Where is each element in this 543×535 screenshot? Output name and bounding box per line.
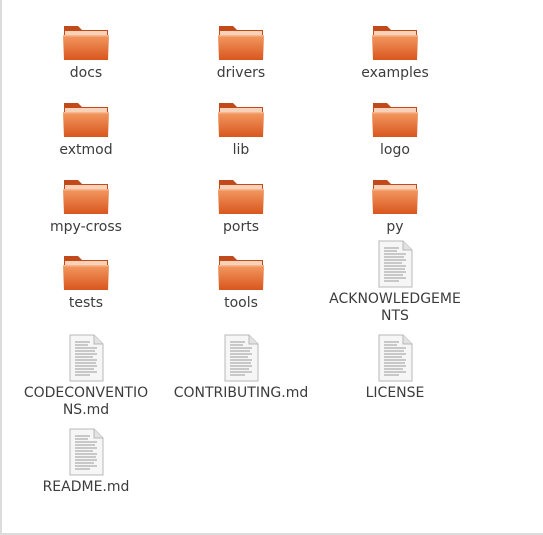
folder-item-lib[interactable]: lib [166,91,316,159]
item-label: ACKNOWLEDGEME NTS [329,291,461,324]
file-icon-view[interactable]: docs drivers examples extmod lib logo mp… [0,0,543,535]
item-label: LICENSE [365,385,425,401]
folder-item-ports[interactable]: ports [166,168,316,236]
folder-icon [369,168,421,216]
item-label: drivers [216,65,266,81]
folder-item-tools[interactable]: tools [166,244,316,312]
item-label: CONTRIBUTING.md [173,385,309,401]
item-label: py [386,219,404,235]
folder-item-tests[interactable]: tests [11,244,161,312]
item-label: tests [68,295,104,311]
item-label: docs [69,65,103,81]
file-item-contributing[interactable]: CONTRIBUTING.md [166,332,316,402]
item-label: ports [223,219,259,235]
folder-item-examples[interactable]: examples [320,14,470,82]
folder-icon [60,168,112,216]
item-label: extmod [59,142,113,158]
file-item-readme[interactable]: README.md [11,426,161,496]
item-label: README.md [42,479,130,495]
item-label: logo [380,142,410,158]
folder-item-extmod[interactable]: extmod [11,91,161,159]
text-file-icon [60,426,112,476]
folder-item-mpy-cross[interactable]: mpy-cross [11,168,161,236]
folder-icon [215,14,267,62]
item-label: CODECONVENTIO NS.md [23,385,149,418]
folder-icon [60,244,112,292]
folder-icon [369,91,421,139]
folder-icon [60,14,112,62]
item-label: tools [224,295,258,311]
folder-item-drivers[interactable]: drivers [166,14,316,82]
folder-item-logo[interactable]: logo [320,91,470,159]
file-item-codeconventions[interactable]: CODECONVENTIO NS.md [11,332,161,419]
file-item-license[interactable]: LICENSE [320,332,470,402]
text-file-icon [215,332,267,382]
folder-item-py[interactable]: py [320,168,470,236]
folder-item-docs[interactable]: docs [11,14,161,82]
folder-icon [369,14,421,62]
folder-icon [215,91,267,139]
item-label: mpy-cross [50,219,122,235]
folder-icon [215,168,267,216]
item-label: examples [361,65,429,81]
text-file-icon [60,332,112,382]
text-file-icon [369,238,421,288]
folder-icon [215,244,267,292]
folder-icon [60,91,112,139]
item-label: lib [232,142,250,158]
view-left-border [0,0,2,535]
text-file-icon [369,332,421,382]
file-item-acknowledgements[interactable]: ACKNOWLEDGEME NTS [320,238,470,325]
